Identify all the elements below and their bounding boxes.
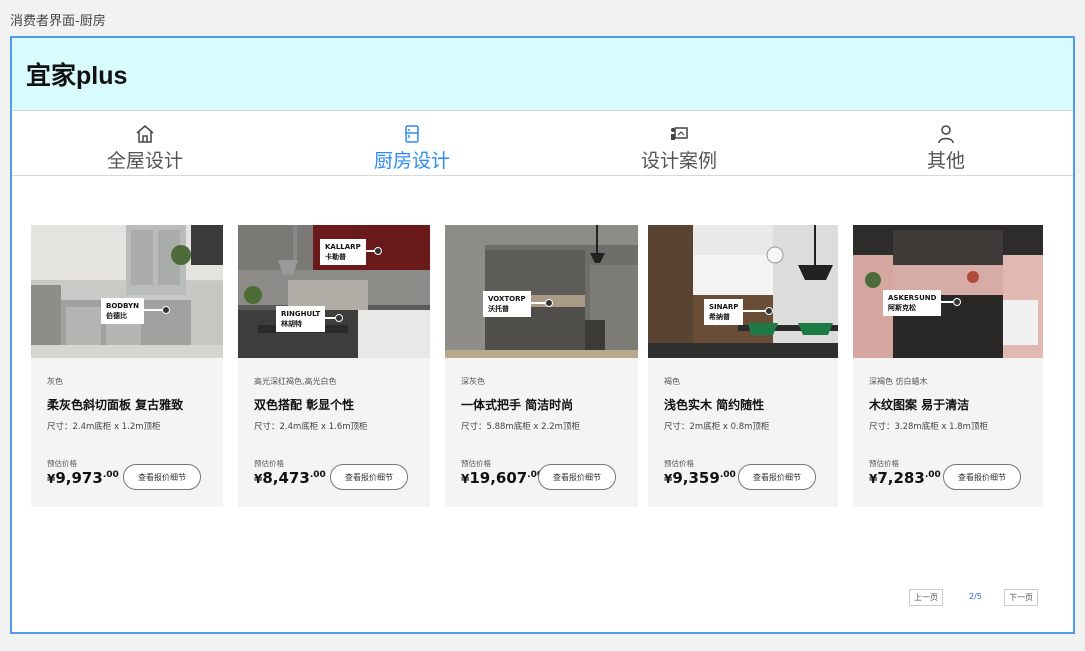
tag-name-cn: 伯德比 (106, 312, 127, 320)
price-value: 9,973 (55, 469, 103, 487)
tab-design-cases[interactable]: 设计案例 (609, 123, 749, 173)
product-color: 灰色 (47, 377, 63, 386)
tab-label: 厨房设计 (373, 150, 450, 172)
product-photo: VOXTORP 沃托普 (445, 225, 638, 358)
tab-label: 设计案例 (640, 150, 717, 172)
product-title: 柔灰色斜切面板 复古雅致 (47, 398, 184, 412)
product-size: 尺寸：2.4m底柜 x 1.2m顶柜 (47, 422, 161, 432)
tab-kitchen[interactable]: 厨房设计 (342, 123, 482, 173)
price-value: 8,473 (262, 469, 310, 487)
tag-name-cn: 阿斯克松 (888, 304, 916, 312)
product-card[interactable]: VOXTORP 沃托普 深灰色 一体式把手 简洁时尚 尺寸：5.88m底柜 x … (445, 225, 638, 507)
tag-name-en: SINARP (709, 303, 739, 311)
product-tag: KALLARP 卡勒普 (320, 239, 382, 265)
product-photo: SINARP 希纳普 (648, 225, 838, 358)
quote-detail-button[interactable]: 查看报价细节 (538, 464, 616, 490)
hotspot-dot-icon[interactable] (544, 299, 553, 307)
product-size: 尺寸：3.28m底柜 x 1.8m顶柜 (869, 422, 988, 432)
header: 宜家plus (12, 38, 1073, 111)
product-tag: BODBYN 伯德比 (101, 298, 170, 324)
price-cents: .00 (309, 470, 326, 480)
estimate-label: 预估价格 (47, 459, 77, 468)
price: ¥8,473.00 (254, 469, 326, 487)
product-card[interactable]: BODBYN 伯德比 灰色 柔灰色斜切面板 复古雅致 尺寸：2.4m底柜 x 1… (31, 225, 223, 507)
app-frame: 宜家plus 全屋设计 厨房设计 设计案例 其他 BODBYN 伯德比 灰色 柔… (10, 36, 1075, 634)
quote-detail-button[interactable]: 查看报价细节 (738, 464, 816, 490)
hotspot-dot-icon[interactable] (373, 247, 382, 255)
price-value: 19,607 (469, 469, 528, 487)
user-icon (938, 125, 954, 144)
tag-name-cn: 希纳普 (709, 313, 730, 321)
cabinet-icon (405, 125, 419, 143)
tag-name-en: KALLARP (325, 243, 361, 251)
design-board-icon (671, 127, 688, 140)
product-tag: RINGHULT 林胡特 (276, 306, 344, 332)
next-page-button[interactable]: 下一页 (1004, 589, 1038, 606)
page-indicator: 2/5 (969, 592, 982, 601)
quote-detail-button[interactable]: 查看报价细节 (330, 464, 408, 490)
product-tag: SINARP 希纳普 (704, 299, 774, 325)
product-title: 双色搭配 彰显个性 (254, 398, 355, 412)
tag-name-en: BODBYN (106, 302, 139, 310)
product-card[interactable]: SINARP 希纳普 褐色 浅色实木 简约随性 尺寸：2m底柜 x 0.8m顶柜… (648, 225, 838, 507)
tag-name-en: ASKERSUND (888, 294, 937, 302)
price: ¥9,359.00 (664, 469, 736, 487)
product-card[interactable]: KALLARP 卡勒普 RINGHULT 林胡特 高光深红褐色,高光白色 双色搭… (238, 225, 430, 507)
product-size: 尺寸：5.88m底柜 x 2.2m顶柜 (461, 422, 580, 432)
tab-other[interactable]: 其他 (876, 123, 1016, 173)
product-color: 高光深红褐色,高光白色 (254, 377, 337, 386)
product-title: 木纹图案 易于清洁 (869, 398, 970, 412)
quote-detail-button[interactable]: 查看报价细节 (123, 464, 201, 490)
tab-label: 全屋设计 (106, 150, 183, 172)
product-photo: KALLARP 卡勒普 RINGHULT 林胡特 (238, 225, 430, 358)
product-tag: VOXTORP 沃托普 (483, 291, 553, 317)
brand-logo[interactable]: 宜家plus (26, 56, 127, 92)
tab-label: 其他 (926, 150, 965, 172)
product-photo: BODBYN 伯德比 (31, 225, 223, 358)
tag-name-cn: 林胡特 (281, 320, 302, 328)
estimate-label: 预估价格 (664, 459, 694, 468)
tag-name-cn: 卡勒普 (325, 253, 346, 261)
product-color: 深褐色 仿白蜡木 (869, 377, 928, 386)
product-title: 一体式把手 简洁时尚 (461, 398, 574, 412)
price-cents: .00 (102, 470, 119, 480)
home-icon (136, 125, 154, 143)
product-size: 尺寸：2m底柜 x 0.8m顶柜 (664, 422, 770, 432)
product-title: 浅色实木 简约随性 (664, 398, 765, 412)
tag-name-en: VOXTORP (488, 295, 526, 303)
page-label: 消费者界面-厨房 (10, 14, 106, 29)
quote-detail-button[interactable]: 查看报价细节 (943, 464, 1021, 490)
product-photo: ASKERSUND 阿斯克松 (853, 225, 1043, 358)
estimate-label: 预估价格 (254, 459, 284, 468)
tag-name-cn: 沃托普 (488, 305, 509, 313)
price-cents: .00 (719, 470, 736, 480)
price: ¥7,283.00 (869, 469, 941, 487)
estimate-label: 预估价格 (869, 459, 899, 468)
tab-whole-house[interactable]: 全屋设计 (75, 123, 215, 173)
tag-name-en: RINGHULT (281, 310, 321, 318)
product-card[interactable]: ASKERSUND 阿斯克松 深褐色 仿白蜡木 木纹图案 易于清洁 尺寸：3.2… (853, 225, 1043, 507)
product-color: 褐色 (664, 377, 680, 386)
category-nav: 全屋设计 厨房设计 设计案例 其他 (12, 119, 1073, 176)
product-tag: ASKERSUND 阿斯克松 (883, 290, 962, 316)
price-value: 9,359 (672, 469, 720, 487)
price: ¥19,607.00 (461, 469, 543, 487)
price-cents: .00 (924, 470, 941, 480)
prev-page-button[interactable]: 上一页 (909, 589, 943, 606)
price-value: 7,283 (877, 469, 925, 487)
hotspot-dot-icon[interactable] (161, 306, 170, 314)
price: ¥9,973.00 (47, 469, 119, 487)
product-size: 尺寸：2.4m底柜 x 1.6m顶柜 (254, 422, 368, 432)
estimate-label: 预估价格 (461, 459, 491, 468)
product-color: 深灰色 (461, 377, 485, 386)
